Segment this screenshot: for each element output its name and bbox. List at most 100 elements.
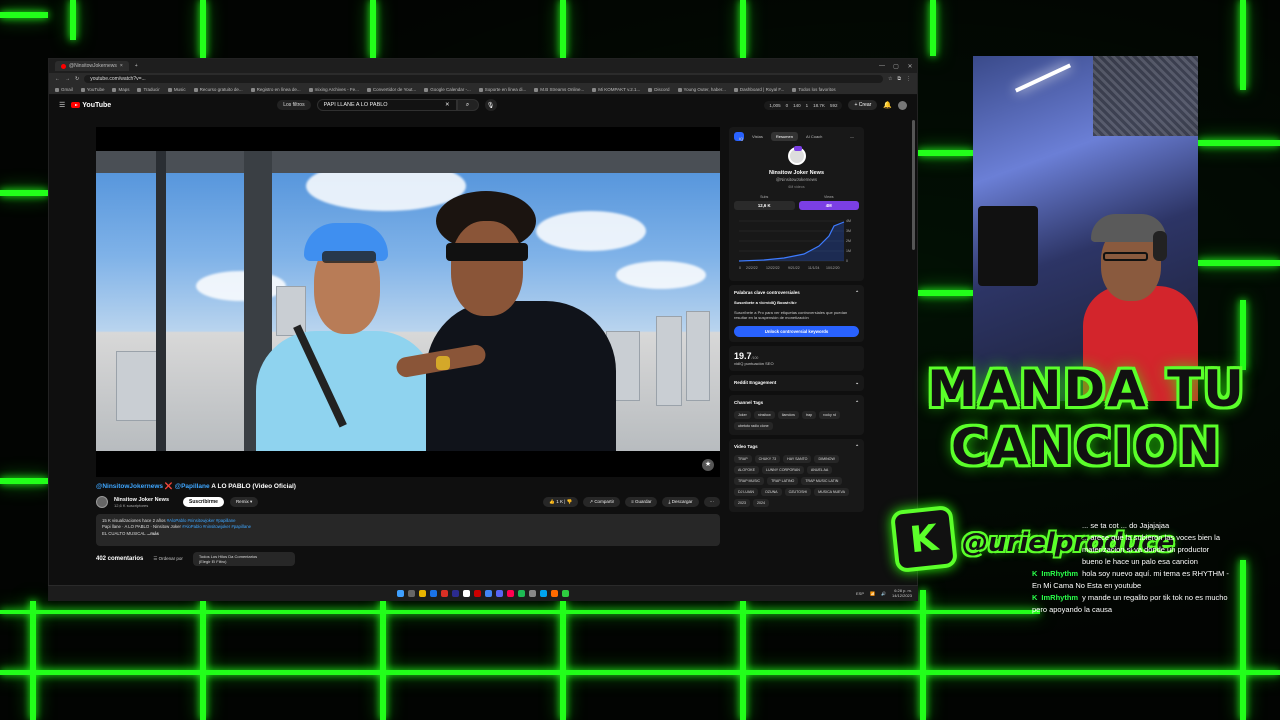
app-icon[interactable]	[551, 590, 558, 597]
notifications-icon[interactable]: 🔔	[883, 101, 892, 109]
collapse-icon[interactable]: —	[845, 132, 859, 141]
forward-icon[interactable]: →	[65, 76, 70, 82]
bookmark-item[interactable]: Maps	[112, 87, 129, 92]
search-taskbar-icon[interactable]	[408, 590, 415, 597]
bookmark-item[interactable]: Traducir	[137, 87, 159, 92]
reload-icon[interactable]: ↻	[75, 76, 79, 82]
tiktok-icon[interactable]	[507, 590, 514, 597]
bookmark-item[interactable]: YouTube	[81, 87, 105, 92]
bookmark-item[interactable]: Young Outer, haber...	[678, 87, 726, 92]
tab-close-icon[interactable]: ×	[120, 63, 123, 69]
app-icon[interactable]	[529, 590, 536, 597]
wifi-icon[interactable]: 📶	[870, 591, 875, 596]
tag-chip[interactable]: MUSICA NUEVA	[814, 488, 849, 496]
chat-username[interactable]: ImRhythm	[1041, 569, 1078, 578]
tag-chip[interactable]: CHUKY 73	[754, 455, 781, 463]
save-button[interactable]: ≡ Guardar	[625, 497, 658, 507]
tag-chip[interactable]: ilamdow	[777, 411, 799, 419]
tag-chip[interactable]: TRAP MUSIC LATIN	[801, 477, 843, 485]
stat-views[interactable]: Views 4M	[798, 195, 859, 210]
clock[interactable]: 6:28 p. m. 14/12/2023	[892, 588, 912, 598]
tag-chip[interactable]: trap	[801, 411, 817, 419]
more-actions-icon[interactable]: ⋯	[703, 497, 720, 507]
extensions-icon[interactable]: ⧉	[897, 76, 901, 82]
remix-button[interactable]: Remix ▾	[229, 497, 259, 507]
description-hashtags-2[interactable]: #AloPablo #ninsitowjoker #papillane	[182, 524, 251, 529]
clear-search-icon[interactable]: ✕	[445, 102, 450, 108]
tag-chip[interactable]: ubetoto radio clone	[734, 422, 773, 430]
unlock-keywords-button[interactable]: Unlock controversial keywords	[734, 325, 859, 337]
bookmark-item[interactable]: Mi KOMPAKT v.2.1...	[592, 87, 640, 92]
seo-score-card[interactable]: 19.7/100 vidIQ puntuación SEO	[729, 345, 864, 371]
volume-icon[interactable]: 🔊	[881, 591, 886, 596]
bookmark-item[interactable]: Registro en línea de...	[251, 87, 301, 92]
tag-chip[interactable]: LUNNY CORPORAN	[761, 466, 804, 474]
bookmark-item[interactable]: Music	[168, 87, 186, 92]
video-frame[interactable]	[96, 151, 720, 451]
minimize-icon[interactable]: —	[875, 63, 889, 70]
youtube-logo[interactable]: YouTube	[71, 102, 111, 109]
tray-language[interactable]: ESP	[856, 591, 864, 596]
maximize-icon[interactable]: ▢	[889, 63, 903, 70]
hamburger-menu-icon[interactable]: ☰	[59, 101, 65, 109]
tab-ai-coach[interactable]: AI Coach	[801, 132, 827, 141]
description-box[interactable]: 15 K visualizaciones hace 2 años #AloPab…	[96, 514, 720, 546]
bookmark-item[interactable]: M.B Streams Online...	[534, 87, 584, 92]
bookmark-item[interactable]: mixing Archives - Fe...	[309, 87, 359, 92]
comment-filter-dropdown[interactable]: Todos Los Hilos Da Comentarios (Elegir E…	[192, 552, 295, 566]
voice-search-icon[interactable]: 🎙	[484, 99, 497, 111]
tag-chip[interactable]: 2023	[734, 499, 750, 507]
subscribe-button[interactable]: Suscribirme	[183, 497, 224, 507]
tag-chip[interactable]: ninsitow	[753, 411, 775, 419]
bookmark-star-icon[interactable]: ☆	[888, 76, 892, 82]
tag-chip[interactable]: DJ LUIAN	[734, 488, 758, 496]
bookmark-item[interactable]: Convertidor de Yout...	[367, 87, 416, 92]
search-input[interactable]: PAPI LLANE A LO PABLO ✕	[316, 99, 457, 111]
bookmark-item[interactable]: Discord	[648, 87, 669, 92]
description-hashtags[interactable]: #AloPablo #ninsitowjoker #papillane	[167, 518, 236, 523]
create-button[interactable]: + Crear	[848, 100, 878, 110]
tag-chip[interactable]: OZUNA	[760, 488, 782, 496]
page-scrollbar[interactable]	[912, 120, 915, 250]
app-icon[interactable]	[485, 590, 492, 597]
collapse-chevron-icon[interactable]: ⌃	[855, 400, 859, 406]
tag-chip[interactable]: DIMINOW	[814, 455, 839, 463]
discord-icon[interactable]	[496, 590, 503, 597]
url-field[interactable]: youtube.com/watch?v=...	[84, 75, 883, 83]
file-explorer-icon[interactable]	[419, 590, 426, 597]
tag-chip[interactable]: TRAP LATINO	[767, 477, 799, 485]
collapse-chevron-icon[interactable]: ⌃	[855, 444, 859, 450]
collapse-chevron-icon[interactable]: ⌃	[855, 290, 859, 296]
tag-chip[interactable]: TRAP MUSIC	[734, 477, 765, 485]
stat-subs[interactable]: Subs 12,6 K	[734, 195, 795, 210]
bookmark-item[interactable]: Google Calendar -...	[424, 87, 471, 92]
app-icon[interactable]	[452, 590, 459, 597]
reddit-card[interactable]: Reddit Engagement ⌄	[729, 375, 864, 391]
new-tab-icon[interactable]: +	[135, 63, 138, 69]
bookmark-item[interactable]: Gmail	[55, 87, 73, 92]
download-button[interactable]: ⤓ Descargar	[662, 497, 699, 507]
share-button[interactable]: ↗ Compartir	[583, 497, 621, 507]
show-more-link[interactable]: ...más	[147, 531, 159, 536]
app-icon[interactable]	[463, 590, 470, 597]
chat-username[interactable]: ImRhythm	[1041, 593, 1078, 602]
tag-chip[interactable]: HAY SANTO	[783, 455, 812, 463]
like-button[interactable]: 👍 1 K | 👎	[543, 497, 579, 507]
account-avatar[interactable]	[898, 100, 907, 110]
filters-button[interactable]: Los filtros	[277, 100, 311, 110]
bookmark-item[interactable]: Dashboard | Royal F...	[734, 87, 784, 92]
sort-button[interactable]: ☰ Ordenar por	[153, 556, 183, 562]
tag-chip[interactable]: rocky rd	[819, 411, 840, 419]
tag-chip[interactable]: ANUEL AA	[806, 466, 833, 474]
bookmark-item[interactable]: Recurso gratuito de...	[194, 87, 243, 92]
search-button[interactable]: ⌕	[456, 99, 479, 111]
app-icon[interactable]	[540, 590, 547, 597]
title-mention-2[interactable]: @Papillane	[175, 483, 210, 490]
close-window-icon[interactable]: ✕	[903, 63, 917, 70]
tag-chip[interactable]: ALOFOKE	[734, 466, 759, 474]
tab-resumen[interactable]: Resumen	[770, 132, 798, 141]
app-icon[interactable]	[562, 590, 569, 597]
app-icon[interactable]	[474, 590, 481, 597]
browser-tab[interactable]: @NinsitowJokernews ×	[55, 61, 129, 71]
channel-avatar[interactable]	[96, 496, 108, 508]
